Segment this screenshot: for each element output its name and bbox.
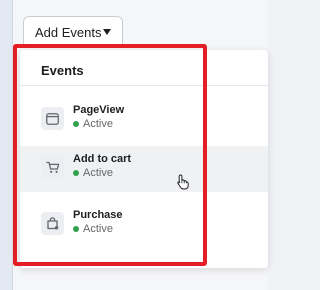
event-status: Active [73, 118, 113, 130]
chevron-down-icon [103, 29, 111, 35]
event-name: Add to cart [73, 153, 132, 165]
shopping-bag-icon [41, 212, 64, 235]
status-dot [73, 170, 79, 176]
add-events-button[interactable]: Add Events [23, 16, 123, 48]
status-dot [73, 121, 79, 127]
add-events-label: Add Events [35, 24, 102, 40]
status-dot [73, 226, 79, 232]
status-label: Active [83, 223, 113, 235]
left-panel-edge [0, 0, 13, 290]
event-item-add-to-cart[interactable]: Add to cart Active [20, 146, 268, 192]
dropdown-header: Events [41, 63, 84, 78]
shopping-cart-icon [41, 156, 64, 179]
event-status: Active [73, 223, 113, 235]
event-name: Purchase [73, 209, 123, 221]
event-item-pageview[interactable]: PageView Active [20, 97, 268, 143]
events-dropdown: Events PageView Active Add to cart Activ… [20, 50, 268, 268]
status-label: Active [83, 118, 113, 130]
event-name: PageView [73, 104, 125, 116]
browser-window-icon [41, 107, 64, 130]
divider [20, 85, 268, 86]
event-status: Active [73, 167, 113, 179]
status-label: Active [83, 167, 113, 179]
event-item-purchase[interactable]: Purchase Active [20, 202, 268, 248]
